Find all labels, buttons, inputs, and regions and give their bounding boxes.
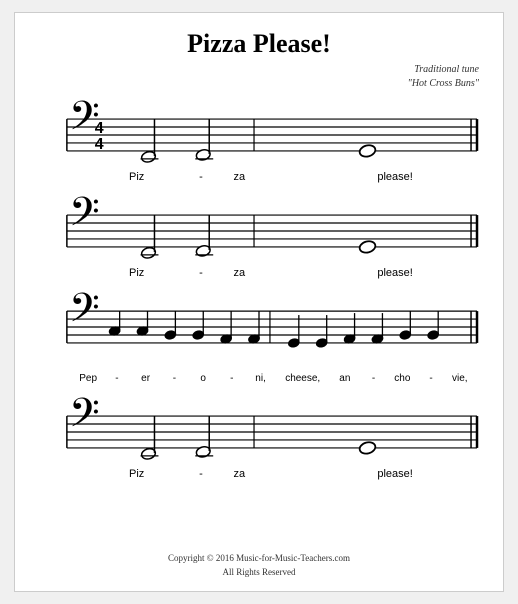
svg-text:4: 4 bbox=[95, 136, 104, 153]
sheet-music-page: Pizza Please! Traditional tune "Hot Cros… bbox=[14, 12, 504, 592]
subtitle: Traditional tune "Hot Cross Buns" bbox=[39, 63, 479, 91]
staff-svg-2: 𝄢 bbox=[39, 195, 479, 265]
staff-svg-4: 𝄢 bbox=[39, 396, 479, 466]
svg-text:𝄢: 𝄢 bbox=[69, 195, 100, 244]
lyrics-row-4: Piz - za please! bbox=[39, 468, 479, 480]
staff-svg-3: 𝄢 bbox=[39, 291, 479, 371]
footer: Copyright © 2016 Music-for-Music-Teacher… bbox=[168, 552, 350, 579]
staff-section-3: 𝄢 bbox=[39, 291, 479, 388]
lyrics-row-1: Piz - za please! bbox=[39, 171, 479, 183]
lyrics-row-3: Pep - er - o - ni, cheese, an - cho - vi… bbox=[39, 373, 479, 384]
svg-text:4: 4 bbox=[95, 120, 104, 137]
svg-text:𝄢: 𝄢 bbox=[69, 396, 100, 445]
staff-section-1: 𝄢 4 4 Piz - za please! bbox=[39, 99, 479, 187]
staff-section-2: 𝄢 Piz - za please! bbox=[39, 195, 479, 283]
staff-section-4: 𝄢 Piz - za please! bbox=[39, 396, 479, 484]
staff-svg-1: 𝄢 4 4 bbox=[39, 99, 479, 169]
svg-text:𝄢: 𝄢 bbox=[69, 291, 100, 340]
page-title: Pizza Please! bbox=[39, 29, 479, 59]
lyrics-row-2: Piz - za please! bbox=[39, 267, 479, 279]
